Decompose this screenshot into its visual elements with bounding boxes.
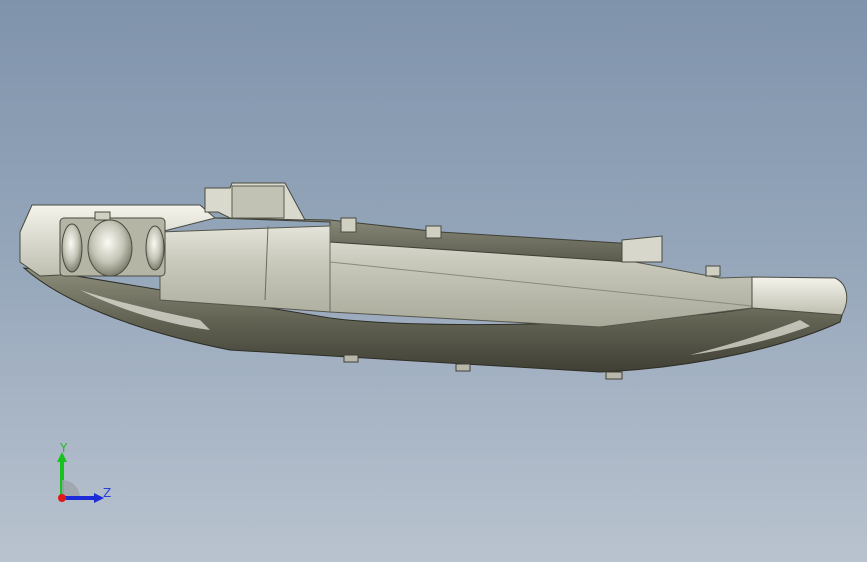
y-axis-label: Y: [60, 441, 68, 455]
right-end-cap: [751, 276, 848, 316]
post-1: [340, 217, 357, 233]
triad-graphic: [57, 452, 104, 503]
x-axis-dot: [58, 494, 66, 502]
foot-3: [605, 371, 623, 380]
foot-2: [455, 363, 471, 372]
hinge-barrel-left: [61, 223, 83, 273]
3d-model-part[interactable]: [0, 0, 867, 562]
post-2: [425, 225, 442, 239]
hinge-barrel-right: [145, 225, 165, 271]
hinge-barrel: [87, 219, 133, 277]
cad-graphics-viewport[interactable]: Y Z: [0, 0, 867, 562]
right-boss: [621, 235, 663, 263]
post-3: [94, 211, 111, 221]
foot-1: [343, 354, 359, 363]
z-axis-label: Z: [103, 486, 112, 500]
axis-triad: Y Z: [40, 438, 130, 518]
